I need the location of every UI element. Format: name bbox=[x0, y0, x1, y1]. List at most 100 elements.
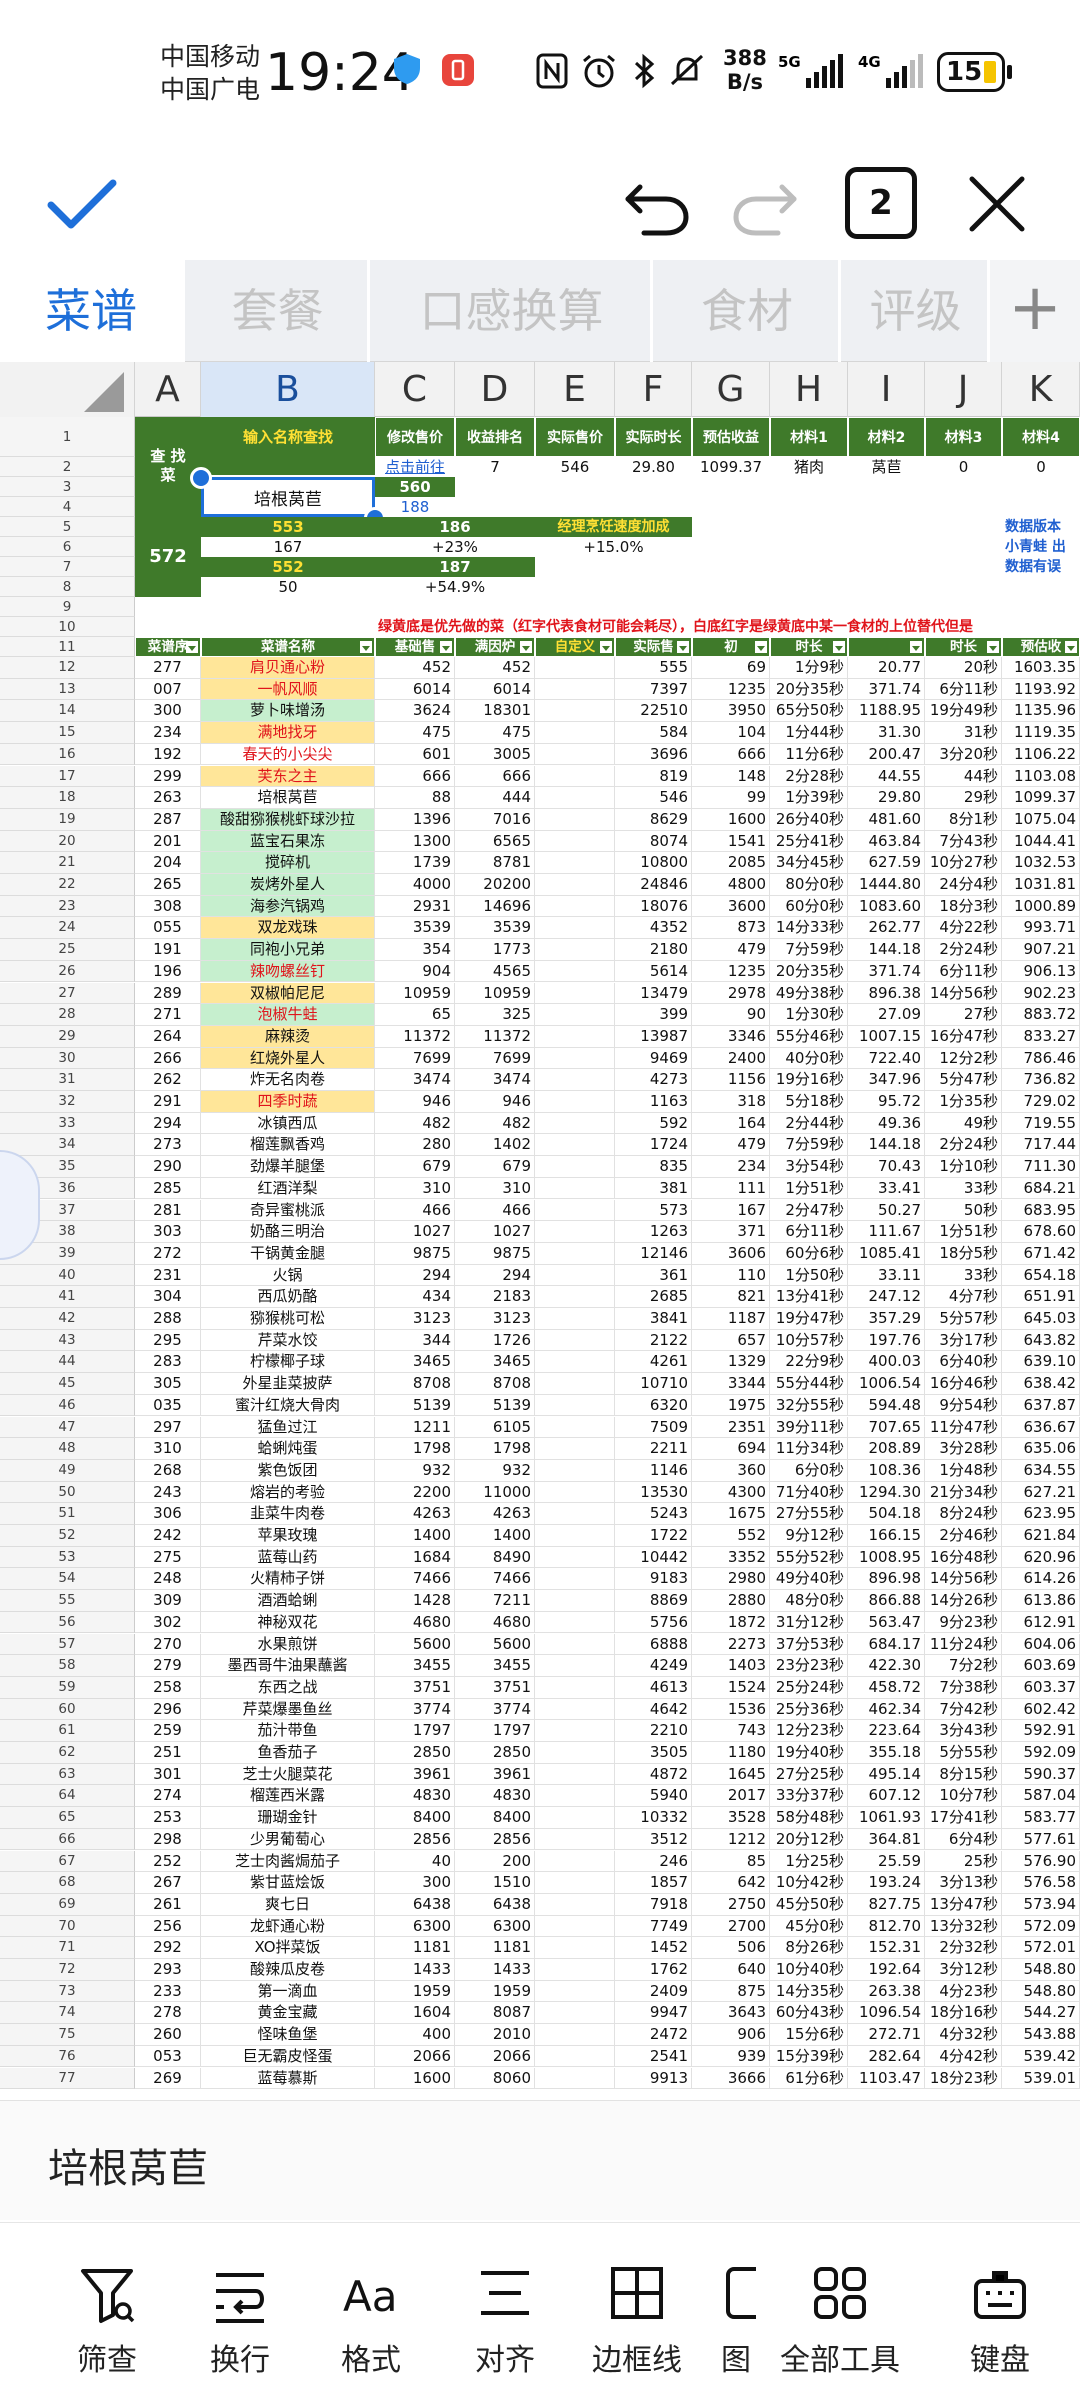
table-cell[interactable]: 20分35秒 bbox=[770, 678, 848, 701]
table-cell[interactable]: 2200 bbox=[375, 1481, 455, 1504]
custom-cell[interactable] bbox=[535, 1025, 615, 1048]
table-cell[interactable]: 85 bbox=[692, 1850, 770, 1873]
row-header[interactable]: 24 bbox=[0, 917, 135, 940]
table-cell[interactable]: 572.01 bbox=[1002, 1937, 1080, 1959]
table-cell[interactable]: 896.98 bbox=[848, 1568, 925, 1591]
table-cell[interactable]: 1163 bbox=[615, 1091, 692, 1113]
table-cell[interactable]: 6888 bbox=[615, 1633, 692, 1656]
table-cell[interactable]: 6分11秒 bbox=[925, 960, 1002, 983]
row-header[interactable]: 44 bbox=[0, 1351, 135, 1374]
table-cell[interactable]: 463.84 bbox=[848, 830, 925, 853]
table-cell[interactable]: 640 bbox=[692, 1959, 770, 1981]
column-header-i[interactable]: I bbox=[848, 362, 925, 417]
table-cell[interactable]: 1400 bbox=[375, 1525, 455, 1547]
table-cell[interactable]: 1959 bbox=[375, 1980, 455, 2003]
custom-cell[interactable] bbox=[535, 1264, 615, 1287]
recipe-name-cell[interactable]: 芙东之主 bbox=[201, 765, 375, 788]
table-cell[interactable]: 13分47秒 bbox=[925, 1893, 1002, 1916]
table-cell[interactable]: 5614 bbox=[615, 960, 692, 983]
tab-combos[interactable]: 套餐 bbox=[188, 260, 370, 362]
row-header[interactable]: 28 bbox=[0, 1004, 135, 1026]
table-cell[interactable]: 3455 bbox=[455, 1655, 535, 1677]
row-header[interactable]: 75 bbox=[0, 2024, 135, 2046]
table-cell[interactable]: 6438 bbox=[455, 1893, 535, 1916]
recipe-name-cell[interactable]: 双龙戏珠 bbox=[201, 917, 375, 940]
row-header[interactable]: 7 bbox=[0, 557, 135, 577]
table-cell[interactable]: 902.23 bbox=[1002, 982, 1080, 1005]
table-cell[interactable]: 3751 bbox=[375, 1676, 455, 1699]
table-cell[interactable]: 7397 bbox=[615, 678, 692, 701]
table-cell[interactable]: 2472 bbox=[615, 2024, 692, 2046]
row-header[interactable]: 68 bbox=[0, 1872, 135, 1894]
table-cell[interactable]: 65 bbox=[375, 1004, 455, 1026]
table-cell[interactable]: 666 bbox=[692, 743, 770, 766]
table-cell[interactable]: 16分46秒 bbox=[925, 1373, 1002, 1395]
table-cell[interactable]: 2183 bbox=[455, 1286, 535, 1308]
table-cell[interactable]: 192.64 bbox=[848, 1959, 925, 1981]
table-cell[interactable]: 5600 bbox=[455, 1633, 535, 1656]
recipe-name-cell[interactable]: 海参汽锅鸡 bbox=[201, 895, 375, 918]
table-cell[interactable]: 7211 bbox=[455, 1590, 535, 1612]
table-cell[interactable]: 1294.30 bbox=[848, 1481, 925, 1504]
table-cell[interactable]: 55分44秒 bbox=[770, 1373, 848, 1395]
table-cell[interactable]: 1536 bbox=[692, 1698, 770, 1721]
table-cell[interactable]: 479 bbox=[692, 939, 770, 961]
table-cell[interactable]: 5分55秒 bbox=[925, 1742, 1002, 1764]
format-tool[interactable]: Aa 格式 bbox=[316, 2253, 426, 2378]
custom-cell[interactable] bbox=[535, 939, 615, 961]
table-cell[interactable]: 400 bbox=[375, 2024, 455, 2046]
table-cell[interactable]: 7016 bbox=[455, 808, 535, 831]
table-cell[interactable]: 253 bbox=[135, 1807, 201, 1829]
row-header[interactable]: 64 bbox=[0, 1785, 135, 1808]
custom-cell[interactable] bbox=[535, 1134, 615, 1157]
table-cell[interactable]: 80分0秒 bbox=[770, 874, 848, 896]
table-cell[interactable]: 1235 bbox=[692, 678, 770, 701]
custom-cell[interactable] bbox=[535, 1481, 615, 1504]
table-cell[interactable]: 44秒 bbox=[925, 765, 1002, 788]
table-cell[interactable]: 1402 bbox=[455, 1134, 535, 1157]
table-cell[interactable]: 71分40秒 bbox=[770, 1481, 848, 1504]
table-cell[interactable]: 835 bbox=[615, 1156, 692, 1178]
recipe-name-cell[interactable]: 蜜汁红烧大骨肉 bbox=[201, 1394, 375, 1417]
table-cell[interactable]: 58分48秒 bbox=[770, 1807, 848, 1829]
table-cell[interactable]: 14分56秒 bbox=[925, 1568, 1002, 1591]
table-cell[interactable]: 49秒 bbox=[925, 1112, 1002, 1135]
table-cell[interactable]: 548.80 bbox=[1002, 1980, 1080, 2003]
row-header[interactable]: 26 bbox=[0, 960, 135, 983]
column-header-e[interactable]: E bbox=[535, 362, 615, 417]
table-cell[interactable]: 1212 bbox=[692, 1828, 770, 1851]
custom-cell[interactable] bbox=[535, 657, 615, 679]
table-cell[interactable]: 260 bbox=[135, 2024, 201, 2046]
table-cell[interactable]: 304 bbox=[135, 1286, 201, 1308]
table-cell[interactable]: 645.03 bbox=[1002, 1308, 1080, 1330]
table-cell[interactable]: 60分0秒 bbox=[770, 895, 848, 918]
table-cell[interactable]: 6565 bbox=[455, 830, 535, 853]
table-cell[interactable]: 267 bbox=[135, 1872, 201, 1894]
custom-cell[interactable] bbox=[535, 1459, 615, 1482]
table-cell[interactable]: 7分2秒 bbox=[925, 1655, 1002, 1677]
table-cell[interactable]: 4261 bbox=[615, 1351, 692, 1374]
table-cell[interactable]: 256 bbox=[135, 1915, 201, 1938]
row-header[interactable]: 20 bbox=[0, 830, 135, 853]
table-cell[interactable]: 6分0秒 bbox=[770, 1459, 848, 1482]
table-cell[interactable]: 20.77 bbox=[848, 657, 925, 679]
table-cell[interactable]: 399 bbox=[615, 1004, 692, 1026]
table-cell[interactable]: 3950 bbox=[692, 700, 770, 723]
table-cell[interactable]: 364.81 bbox=[848, 1828, 925, 1851]
table-cell[interactable]: 1188.95 bbox=[848, 700, 925, 723]
table-cell[interactable]: 167 bbox=[692, 1199, 770, 1222]
table-cell[interactable]: 258 bbox=[135, 1676, 201, 1699]
table-cell[interactable]: 1分39秒 bbox=[770, 787, 848, 809]
table-cell[interactable]: 1106.22 bbox=[1002, 743, 1080, 766]
table-cell[interactable]: 3分17秒 bbox=[925, 1329, 1002, 1352]
table-cell[interactable]: 639.10 bbox=[1002, 1351, 1080, 1374]
table-cell[interactable]: 272 bbox=[135, 1242, 201, 1265]
table-cell[interactable]: 719.55 bbox=[1002, 1112, 1080, 1135]
table-cell[interactable]: 729.02 bbox=[1002, 1091, 1080, 1113]
row-header[interactable]: 9 bbox=[0, 597, 135, 617]
table-cell[interactable]: 290 bbox=[135, 1156, 201, 1178]
table-cell[interactable]: 297 bbox=[135, 1416, 201, 1439]
recipe-name-cell[interactable]: 搅碎机 bbox=[201, 852, 375, 874]
table-cell[interactable]: 621.84 bbox=[1002, 1525, 1080, 1547]
table-cell[interactable]: 873 bbox=[692, 917, 770, 940]
